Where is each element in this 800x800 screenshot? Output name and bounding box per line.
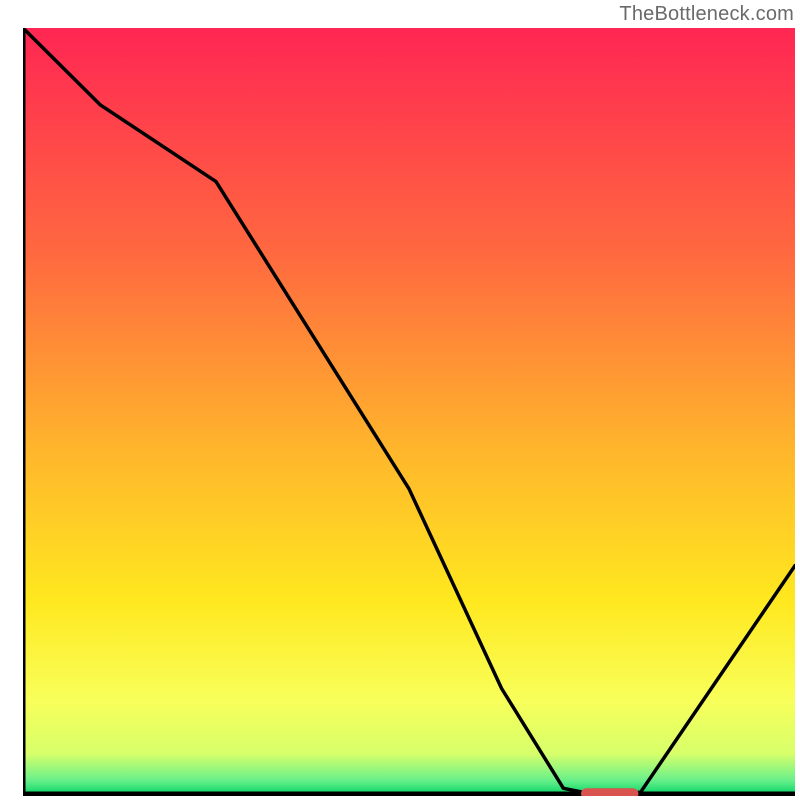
attribution-label: TheBottleneck.com <box>619 3 794 26</box>
plot-area <box>23 28 795 796</box>
chart-container: TheBottleneck.com <box>0 0 800 800</box>
gradient-background <box>23 28 795 792</box>
plot-svg <box>23 28 795 796</box>
